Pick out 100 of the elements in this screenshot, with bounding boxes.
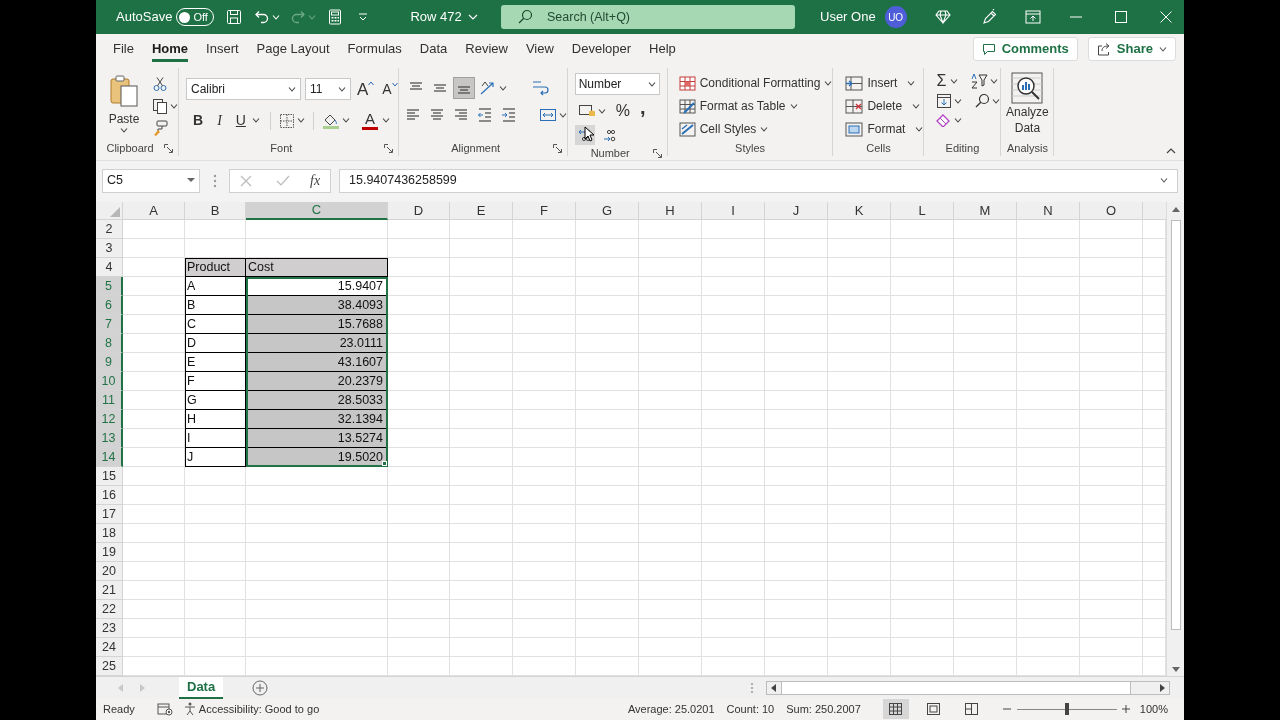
- view-button[interactable]: [882, 699, 909, 719]
- column-header[interactable]: H: [639, 202, 702, 220]
- caret-icon[interactable]: [558, 112, 567, 118]
- vertical-scrollbar[interactable]: [1166, 202, 1184, 676]
- underline-button[interactable]: U: [235, 110, 246, 131]
- caret-icon[interactable]: [992, 98, 1001, 104]
- vertical-dots-icon[interactable]: [750, 681, 755, 694]
- fill-down-icon[interactable]: [936, 93, 953, 109]
- horizontal-scrollbar[interactable]: [766, 680, 1171, 695]
- undo-icon[interactable]: [254, 9, 271, 25]
- caret-icon[interactable]: [341, 118, 350, 123]
- row-header[interactable]: 7: [96, 315, 123, 334]
- column-header[interactable]: K: [828, 202, 891, 220]
- share-button[interactable]: Share: [1087, 37, 1176, 61]
- menu-tab[interactable]: Insert: [206, 36, 239, 62]
- comments-button[interactable]: Comments: [972, 37, 1078, 61]
- column-header[interactable]: B: [185, 202, 246, 220]
- dialog-launcher-icon[interactable]: [552, 143, 562, 153]
- grow-font-button[interactable]: A: [357, 80, 375, 98]
- menu-tab[interactable]: File: [113, 36, 134, 62]
- calculator-icon[interactable]: [328, 9, 343, 25]
- column-header[interactable]: O: [1080, 202, 1143, 220]
- row-header[interactable]: 10: [96, 372, 123, 391]
- caret-icon[interactable]: [990, 78, 999, 84]
- scroll-up-icon[interactable]: [1171, 207, 1180, 212]
- caret-icon[interactable]: [338, 86, 346, 92]
- row-header[interactable]: 11: [96, 391, 123, 410]
- row-header[interactable]: 14: [96, 448, 123, 467]
- zoom-slider-thumb[interactable]: [1064, 703, 1069, 715]
- maximize-icon[interactable]: [1114, 11, 1127, 23]
- search-icon[interactable]: [974, 93, 991, 109]
- row-header[interactable]: 3: [96, 239, 123, 258]
- autosum-button[interactable]: Σ: [936, 73, 947, 89]
- percent-style-button[interactable]: %: [615, 99, 630, 123]
- caret-icon[interactable]: [498, 85, 507, 91]
- diamond-icon[interactable]: [934, 9, 951, 25]
- paste-button[interactable]: Paste: [106, 74, 142, 140]
- caret-icon[interactable]: [120, 128, 128, 133]
- caret-icon[interactable]: [760, 126, 769, 132]
- dialog-launcher-icon[interactable]: [164, 143, 173, 153]
- row-header[interactable]: 8: [96, 334, 123, 353]
- caret-icon[interactable]: [597, 108, 606, 114]
- caret-icon[interactable]: [789, 103, 798, 109]
- macro-recorder-icon[interactable]: [156, 702, 173, 716]
- chevron-down-icon[interactable]: [467, 14, 478, 20]
- caret-icon[interactable]: [954, 98, 963, 104]
- menu-tab[interactable]: Formulas: [347, 36, 402, 62]
- column-header[interactable]: I: [702, 202, 765, 220]
- decrease-indent-icon[interactable]: [476, 107, 493, 123]
- caret-icon[interactable]: [915, 126, 924, 132]
- caret-icon[interactable]: [381, 118, 390, 123]
- row-header[interactable]: 15: [96, 467, 123, 486]
- row-header[interactable]: 23: [96, 619, 123, 638]
- cut-icon[interactable]: [152, 76, 168, 92]
- row-header[interactable]: 12: [96, 410, 123, 429]
- wrap-text-icon[interactable]: [530, 79, 549, 97]
- row-header[interactable]: 4: [96, 258, 123, 277]
- styles-menu-button[interactable]: Cell Styles: [678, 119, 833, 139]
- row-header[interactable]: 2: [96, 220, 123, 239]
- search-bar[interactable]: Search (Alt+Q): [501, 5, 795, 29]
- vertical-align-button[interactable]: [452, 77, 475, 99]
- column-header[interactable]: N: [1017, 202, 1080, 220]
- close-icon[interactable]: [1159, 11, 1172, 23]
- caret-icon[interactable]: [1160, 178, 1168, 183]
- row-header[interactable]: 13: [96, 429, 123, 448]
- column-header[interactable]: E: [450, 202, 513, 220]
- styles-menu-button[interactable]: Conditional Formatting: [678, 73, 833, 93]
- pen-icon[interactable]: [980, 9, 997, 25]
- menu-tab[interactable]: Review: [465, 36, 508, 62]
- search-field[interactable]: Search (Alt+Q): [547, 7, 747, 27]
- styles-menu-button[interactable]: Format as Table: [678, 96, 833, 116]
- dialog-launcher-icon[interactable]: [383, 143, 393, 153]
- borders-icon[interactable]: [278, 112, 295, 129]
- row-header[interactable]: 18: [96, 524, 123, 543]
- row-header[interactable]: 9: [96, 353, 123, 372]
- caret-icon[interactable]: [907, 80, 916, 86]
- menu-tab[interactable]: Developer: [571, 36, 632, 62]
- row-header[interactable]: 21: [96, 581, 123, 600]
- number-format-dropdown[interactable]: Number: [574, 73, 660, 95]
- copy-icon[interactable]: [152, 98, 168, 114]
- row-header[interactable]: 5: [96, 277, 123, 296]
- caret-icon[interactable]: [296, 118, 305, 123]
- scroll-down-icon[interactable]: [1171, 667, 1180, 672]
- font-name-dropdown[interactable]: Calibri: [186, 78, 301, 100]
- column-header[interactable]: J: [765, 202, 828, 220]
- cells-menu-button[interactable]: Insert: [845, 73, 924, 93]
- caret-icon[interactable]: [170, 103, 178, 109]
- analyze-data-button[interactable]: Analyze Data: [1001, 72, 1054, 140]
- caret-icon[interactable]: [824, 80, 833, 86]
- caret-icon[interactable]: [251, 118, 260, 123]
- row-header[interactable]: 19: [96, 543, 123, 562]
- document-title-button[interactable]: Row 472: [410, 7, 478, 27]
- row-header[interactable]: 20: [96, 562, 123, 581]
- row-header[interactable]: 25: [96, 657, 123, 676]
- name-box[interactable]: C5: [102, 168, 200, 193]
- row-header[interactable]: 24: [96, 638, 123, 657]
- menu-tab[interactable]: Home: [151, 36, 189, 62]
- menu-tab[interactable]: Page Layout: [256, 36, 330, 62]
- font-color-button[interactable]: A: [361, 111, 378, 130]
- column-header[interactable]: G: [576, 202, 639, 220]
